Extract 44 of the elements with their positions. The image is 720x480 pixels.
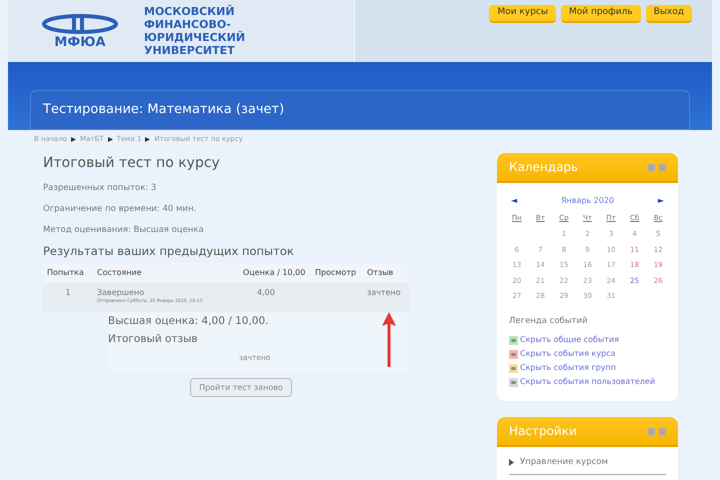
dock-icon[interactable]: [648, 428, 655, 435]
quiz-info: Метод оценивания: Высшая оценка: [43, 224, 205, 237]
page-title: Тестирование: Математика (зачет): [43, 101, 284, 120]
column-header: Отзыв: [366, 267, 394, 280]
legend-link[interactable]: Скрыть события курса: [520, 348, 616, 360]
quiz-title: Итоговый тест по курсу: [43, 154, 221, 173]
block-title: Настройки: [509, 423, 577, 440]
arrow-icon: [381, 310, 397, 368]
separator-icon: [145, 136, 150, 142]
settings-link[interactable]: Управление курсом: [520, 456, 608, 470]
column-header: Состояние: [96, 267, 143, 280]
table-cell-text: зачтено: [366, 287, 402, 300]
table-cell-text: 1: [64, 287, 72, 300]
column-header: Просмотр: [314, 267, 358, 280]
separator-icon: [108, 136, 113, 142]
legend-link[interactable]: Скрыть события групп: [520, 362, 616, 374]
legend-title: Легенда событий: [508, 314, 588, 328]
column-header: Попытка: [46, 267, 85, 280]
table-cell-text: 4,00: [256, 287, 276, 300]
hide-icon[interactable]: [659, 428, 666, 435]
logo-icon: [40, 14, 120, 36]
month-title: Январь 2020: [560, 195, 614, 207]
header-button[interactable]: Выход: [646, 5, 692, 23]
hide-icon[interactable]: [659, 164, 666, 170]
previous-month-icon[interactable]: ◄: [511, 195, 518, 207]
header-button[interactable]: Мои курсы: [489, 5, 556, 23]
quiz-info: Разрешенных попыток: 3: [43, 182, 158, 195]
separator-icon: [71, 136, 76, 142]
header-button[interactable]: Мой профиль: [560, 5, 641, 23]
expand-icon[interactable]: [509, 459, 514, 466]
logo-text: МФЮА: [54, 36, 106, 48]
quiz-info: Ограничение по времени: 40 мин.: [43, 203, 198, 216]
legend-link[interactable]: Скрыть общие события: [520, 334, 619, 346]
retry-button[interactable]: Пройти тест заново: [190, 378, 292, 398]
dock-icon[interactable]: [648, 164, 655, 170]
highest-grade: Высшая оценка: 4,00 / 10,00.: [108, 314, 270, 330]
feedback-heading: Итоговый отзыв: [108, 332, 199, 347]
results-heading: Результаты ваших предыдущих попыток: [43, 243, 295, 260]
legend-link[interactable]: Скрыть события пользователей: [520, 376, 656, 388]
column-header: Оценка / 10,00: [242, 267, 306, 280]
university-name: МОСКОВСКИЙ ФИНАНСОВО- ЮРИДИЧЕСКИЙ УНИВЕРСИТЕТ: [144, 5, 246, 57]
table-cell-text: Завершено: [97, 287, 146, 298]
block-title: Календарь: [509, 159, 578, 176]
next-month-icon[interactable]: ►: [658, 195, 664, 207]
